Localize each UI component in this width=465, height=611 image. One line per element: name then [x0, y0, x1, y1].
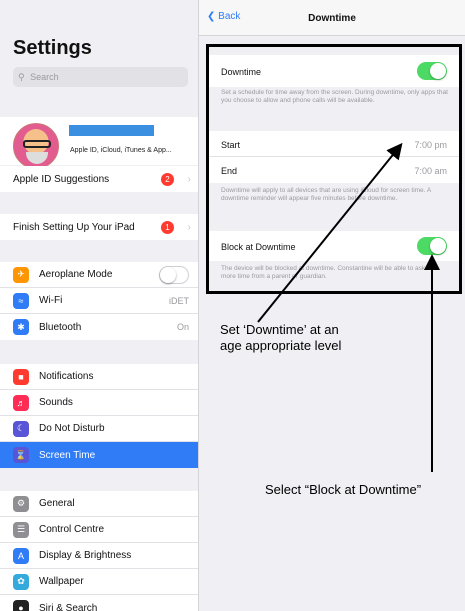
sidebar-item-siri-search[interactable]: ● Siri & Search — [0, 595, 198, 611]
sidebar-item-general[interactable]: ⚙ General — [0, 491, 198, 517]
start-row[interactable]: Start 7:00 pm — [209, 131, 459, 157]
display-icon: A — [13, 547, 29, 564]
block-at-downtime-row: Block at Downtime — [209, 231, 459, 261]
wallpaper-icon: ✿ — [13, 573, 29, 590]
sidebar-item-label: Bluetooth — [39, 321, 82, 333]
caption-set-downtime: Set ‘Downtime’ at an age appropriate lev… — [220, 322, 341, 354]
apple-id-suggestions-label: Apple ID Suggestions — [13, 173, 110, 185]
sounds-icon: ♬ — [13, 394, 29, 411]
sidebar-item-screen-time[interactable]: ⌛ Screen Time — [0, 442, 198, 468]
airplane-icon: ✈ — [13, 266, 29, 283]
block-at-downtime-label: Block at Downtime — [221, 242, 296, 252]
sidebar-item-label: Screen Time — [39, 449, 96, 461]
avatar-glasses — [23, 140, 51, 148]
caption-line-1: Set ‘Downtime’ at an — [220, 322, 339, 337]
sidebar-item-wifi[interactable]: ≈ Wi-Fi iDET — [0, 288, 198, 314]
sidebar-item-label: Aeroplane Mode — [39, 269, 113, 280]
finish-setup-group: Finish Setting Up Your iPad 1 › — [0, 214, 198, 240]
sidebar-item-label: Wi-Fi — [39, 295, 63, 306]
chevron-right-icon: › — [187, 221, 191, 233]
finish-setup-row[interactable]: Finish Setting Up Your iPad 1 › — [0, 214, 198, 240]
end-row[interactable]: End 7:00 am — [209, 157, 459, 183]
control-centre-icon: ☰ — [13, 521, 29, 538]
search-placeholder: Search — [30, 72, 59, 82]
sidebar-item-notifications[interactable]: ■ Notifications — [0, 364, 198, 390]
notifications-group: ■ Notifications ♬ Sounds ☾ Do Not Distur… — [0, 364, 198, 468]
wifi-value: iDET — [169, 295, 189, 306]
schedule-group: Start 7:00 pm End 7:00 am — [209, 131, 459, 183]
hourglass-icon: ⌛ — [13, 447, 29, 463]
search-input[interactable]: ⚲ Search — [13, 67, 188, 87]
bluetooth-value: On — [176, 322, 189, 332]
profile-row[interactable]: Apple ID, iCloud, iTunes & App... — [0, 117, 198, 169]
block-at-downtime-toggle[interactable] — [417, 237, 447, 255]
redacted-name — [69, 125, 154, 136]
siri-icon: ● — [13, 600, 29, 611]
gear-icon: ⚙ — [13, 495, 29, 512]
sidebar-item-label: Notifications — [39, 371, 94, 382]
nav-bar: ❮ Back Downtime — [199, 0, 465, 36]
apple-id-suggestions-group: Apple ID Suggestions 2 › — [0, 166, 198, 192]
finish-setup-badge: 1 — [161, 220, 174, 234]
search-icon: ⚲ — [18, 72, 25, 82]
end-label: End — [221, 166, 238, 176]
sidebar-item-label: Siri & Search — [39, 602, 98, 611]
finish-setup-label: Finish Setting Up Your iPad — [13, 221, 135, 233]
sidebar-item-display-brightness[interactable]: A Display & Brightness — [0, 543, 198, 569]
highlight-frame: Downtime Set a schedule for time away fr… — [206, 44, 462, 294]
sidebar-title: Settings — [13, 37, 92, 59]
downtime-toggle[interactable] — [417, 62, 447, 80]
start-value: 7:00 pm — [414, 140, 447, 150]
block-note: The device will be blocked at downtime. … — [221, 265, 435, 280]
sidebar-item-label: Control Centre — [39, 524, 105, 535]
end-value: 7:00 am — [414, 166, 447, 176]
bluetooth-icon: ✱ — [13, 319, 29, 335]
caption-block-downtime: Select “Block at Downtime” — [265, 482, 422, 497]
avatar-beard — [26, 152, 48, 164]
schedule-note: Downtime will apply to all devices that … — [221, 187, 431, 202]
sidebar-item-control-centre[interactable]: ☰ Control Centre — [0, 517, 198, 543]
connectivity-group: ✈ Aeroplane Mode ≈ Wi-Fi iDET ✱ Bluetoot… — [0, 262, 198, 340]
caption-line-2: age appropriate level — [220, 338, 342, 353]
sidebar-item-label: Display & Brightness — [39, 550, 132, 561]
sidebar-item-label: General — [39, 498, 75, 509]
sidebar-item-bluetooth[interactable]: ✱ Bluetooth On — [0, 314, 198, 340]
downtime-pane: ❮ Back Downtime Downtime Set a schedule … — [199, 0, 465, 611]
chevron-right-icon: › — [187, 173, 191, 185]
wifi-icon: ≈ — [13, 292, 29, 309]
sidebar-item-label: Do Not Disturb — [39, 423, 105, 434]
sidebar-item-do-not-disturb[interactable]: ☾ Do Not Disturb — [0, 416, 198, 442]
sidebar-item-sounds[interactable]: ♬ Sounds — [0, 390, 198, 416]
aeroplane-mode-toggle[interactable] — [159, 265, 189, 284]
general-group: ⚙ General ☰ Control Centre A Display & B… — [0, 491, 198, 611]
sidebar-item-wallpaper[interactable]: ✿ Wallpaper — [0, 569, 198, 595]
start-label: Start — [221, 140, 241, 150]
avatar — [13, 123, 59, 169]
notifications-icon: ■ — [13, 368, 29, 385]
settings-sidebar: Settings ⚲ Search Apple ID, iCloud, iTun… — [0, 0, 199, 611]
downtime-label: Downtime — [221, 67, 262, 77]
profile-subtitle: Apple ID, iCloud, iTunes & App... — [70, 147, 172, 154]
apple-id-suggestions-row[interactable]: Apple ID Suggestions 2 › — [0, 166, 198, 192]
page-title: Downtime — [308, 13, 356, 24]
sidebar-item-label: Sounds — [39, 397, 73, 408]
downtime-row: Downtime — [209, 55, 459, 87]
sidebar-item-label: Wallpaper — [39, 576, 84, 587]
downtime-note: Set a schedule for time away from the sc… — [221, 89, 448, 104]
moon-icon: ☾ — [13, 420, 29, 437]
sidebar-item-aeroplane-mode[interactable]: ✈ Aeroplane Mode — [0, 262, 198, 288]
apple-id-suggestions-badge: 2 — [161, 172, 174, 186]
